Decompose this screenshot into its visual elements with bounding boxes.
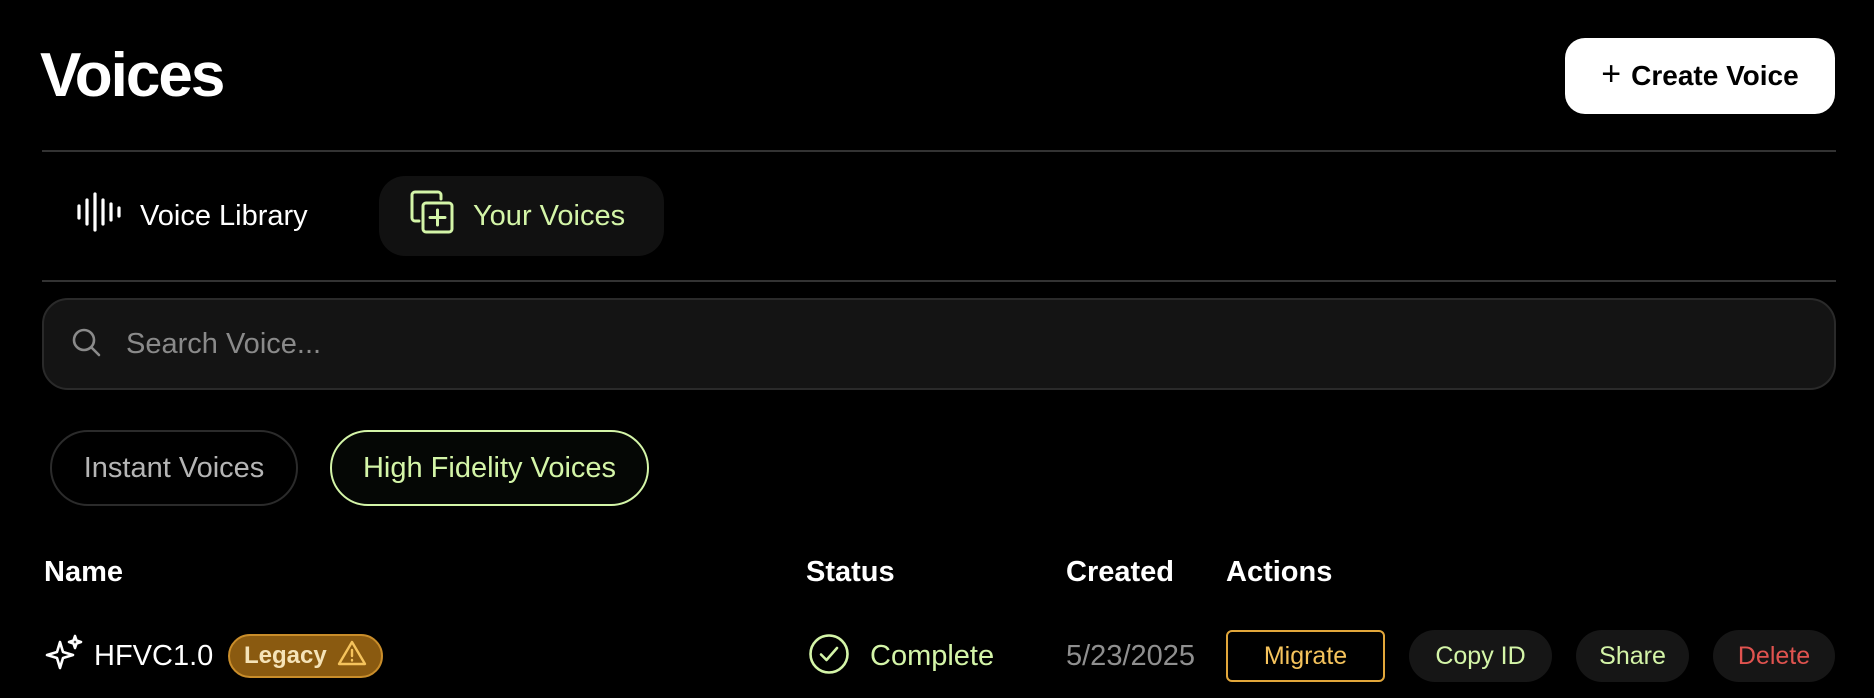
filter-instant-voices[interactable]: Instant Voices bbox=[50, 430, 298, 506]
header-divider bbox=[42, 150, 1836, 152]
waveform-icon bbox=[76, 192, 122, 240]
status-cell: Complete bbox=[808, 626, 994, 686]
legacy-badge: Legacy bbox=[228, 634, 383, 678]
column-header-name: Name bbox=[44, 556, 123, 588]
column-header-actions: Actions bbox=[1226, 556, 1333, 588]
column-header-created: Created bbox=[1066, 556, 1174, 588]
warning-icon bbox=[337, 639, 367, 674]
tab-voice-library-label: Voice Library bbox=[140, 199, 308, 232]
migrate-button[interactable]: Migrate bbox=[1226, 630, 1385, 682]
column-header-status: Status bbox=[806, 556, 895, 588]
search-input[interactable] bbox=[124, 326, 1728, 362]
delete-button[interactable]: Delete bbox=[1713, 630, 1835, 682]
page-title: Voices bbox=[40, 41, 225, 110]
copy-plus-icon bbox=[409, 189, 455, 243]
search-bar bbox=[42, 298, 1836, 390]
legacy-badge-label: Legacy bbox=[244, 642, 327, 669]
create-voice-label: Create Voice bbox=[1631, 60, 1799, 91]
voice-name: HFVC1.0 bbox=[94, 639, 214, 672]
status-text: Complete bbox=[870, 639, 995, 672]
tabs-divider bbox=[42, 280, 1836, 282]
voice-name-cell: HFVC1.0 bbox=[44, 626, 213, 686]
filter-high-fidelity-voices[interactable]: High Fidelity Voices bbox=[330, 430, 649, 506]
copy-id-button[interactable]: Copy ID bbox=[1409, 630, 1552, 682]
created-date: 5/23/2025 bbox=[1066, 639, 1196, 672]
tab-your-voices[interactable]: Your Voices bbox=[379, 176, 664, 256]
sparkles-icon bbox=[44, 634, 84, 679]
plus-icon: + bbox=[1601, 55, 1622, 93]
share-button[interactable]: Share bbox=[1576, 630, 1689, 682]
create-voice-button[interactable]: + Create Voice bbox=[1565, 38, 1835, 114]
search-icon bbox=[70, 326, 102, 363]
tab-your-voices-label: Your Voices bbox=[473, 199, 626, 232]
check-circle-icon bbox=[808, 633, 850, 680]
tab-voice-library[interactable]: Voice Library bbox=[58, 176, 326, 256]
